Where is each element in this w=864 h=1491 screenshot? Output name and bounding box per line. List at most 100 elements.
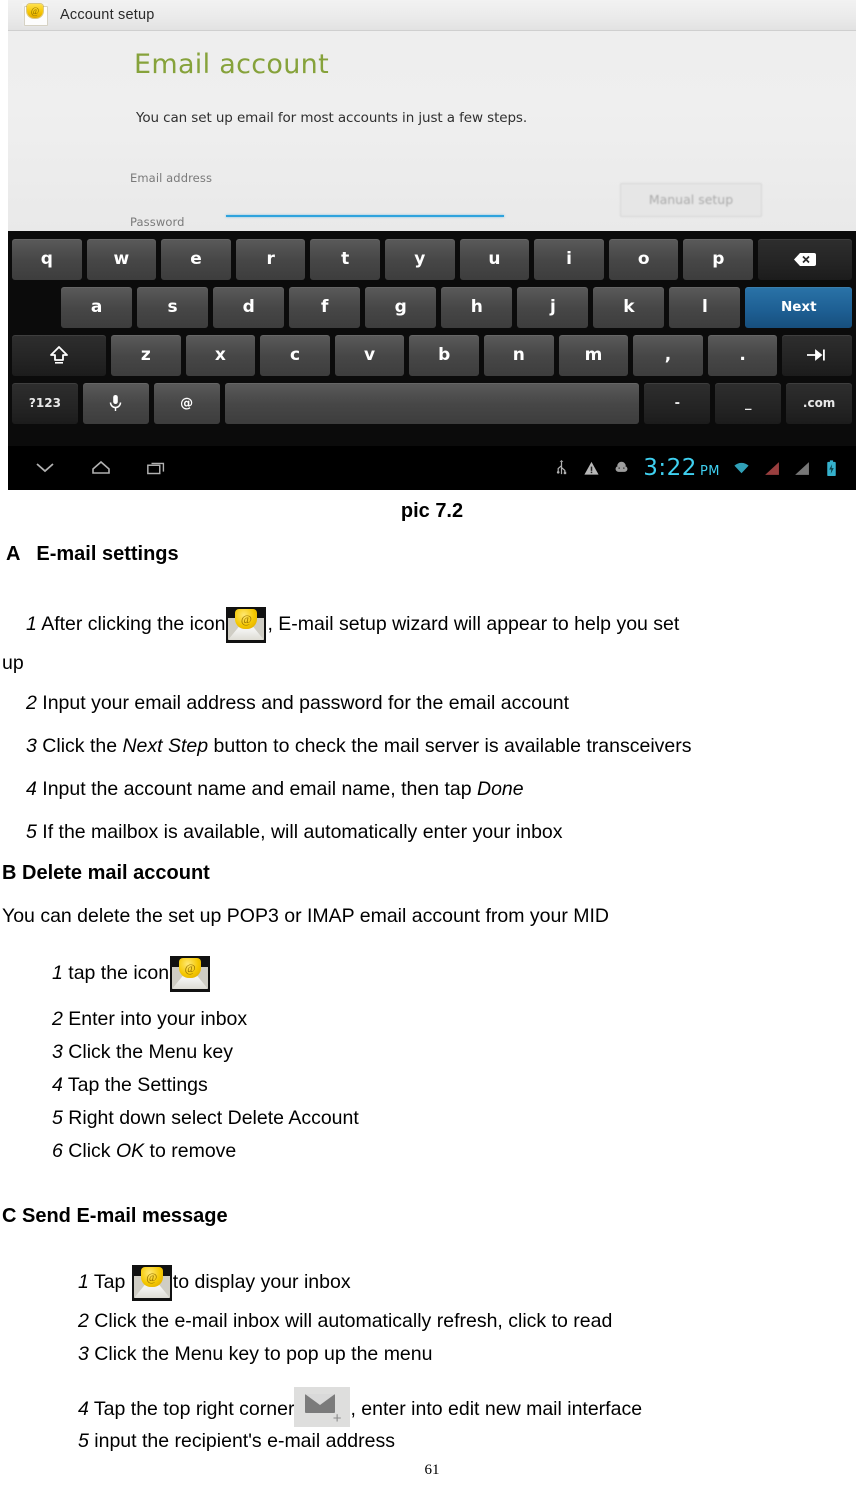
key-p[interactable]: p (683, 238, 754, 280)
tab-key[interactable] (782, 334, 853, 376)
key-q[interactable]: q (12, 238, 82, 280)
section-heading-b: B Delete mail account (2, 862, 210, 884)
step-a-1-wrap: up (2, 652, 24, 674)
key-v[interactable]: v (334, 334, 405, 376)
step-c-5-num: 5 (78, 1430, 89, 1452)
key-c[interactable]: c (260, 334, 330, 376)
shift-key[interactable] (12, 334, 106, 376)
step-c-3-text: Click the Menu key to pop up the menu (88, 1343, 433, 1365)
next-key[interactable]: Next (745, 286, 853, 328)
key-e[interactable]: e (161, 238, 231, 280)
step-b-1-pre: tap the icon (62, 962, 170, 984)
key-r[interactable]: r (235, 238, 306, 280)
step-c-4: 4 Tap the top right corner +, enter into … (78, 1387, 642, 1427)
space-key[interactable] (224, 382, 640, 424)
key-z[interactable]: z (110, 334, 181, 376)
step-b-2: 2 Enter into your inbox (52, 1008, 247, 1031)
app-title-bar: @ Account setup (8, 0, 856, 31)
mail-icon (226, 607, 267, 643)
step-a-3-pre: Click the (36, 735, 123, 757)
section-heading-c: C Send E-mail message (2, 1205, 228, 1227)
mail-icon (170, 956, 211, 992)
step-c-1-post: to display your inbox (172, 1271, 351, 1293)
step-a-1-pre: After clicking the icon (36, 613, 226, 635)
clock-ampm: PM (699, 464, 720, 479)
step-a-2-text: Input your email address and password fo… (36, 692, 570, 714)
step-a-5: 5 If the mailbox is available, will auto… (26, 821, 563, 844)
step-a-4-italic: Done (476, 778, 524, 800)
email-at-envelope-icon: @ (22, 3, 48, 27)
step-a-3-num: 3 (26, 735, 37, 757)
step-c-3: 3 Click the Menu key to pop up the menu (78, 1343, 432, 1366)
step-b-6-pre: Click (62, 1140, 116, 1162)
section-heading-a: A E-mail settings (6, 543, 179, 565)
section-b-intro: You can delete the set up POP3 or IMAP e… (2, 905, 609, 927)
keyboard-row-1: q w e r t y u i o p (8, 235, 856, 283)
dash-key[interactable]: - (644, 382, 711, 424)
key-t[interactable]: t (310, 238, 381, 280)
step-b-4: 4 Tap the Settings (52, 1074, 208, 1097)
key-w[interactable]: w (86, 238, 157, 280)
step-b-4-text: Tap the Settings (62, 1074, 208, 1096)
email-address-input[interactable] (226, 215, 504, 217)
dotcom-key[interactable]: .com (786, 382, 853, 424)
figure-caption: pic 7.2 (400, 500, 464, 522)
key-l[interactable]: l (669, 286, 741, 328)
row2-left-spacer (12, 287, 56, 328)
step-a-3-post: button to check the mail server is avail… (208, 735, 692, 757)
key-m[interactable]: m (558, 334, 629, 376)
key-u[interactable]: u (459, 238, 530, 280)
app-title: Account setup (60, 7, 155, 23)
step-b-6-italic: OK (115, 1140, 145, 1162)
system-navigation-bar: 3:22 PM (8, 446, 856, 490)
key-j[interactable]: j (517, 286, 589, 328)
step-c-2: 2 Click the e-mail inbox will automatica… (78, 1310, 612, 1333)
backspace-key[interactable] (758, 238, 853, 280)
keyboard-row-3: z x c v b n m , . (8, 331, 856, 379)
step-b-6: 6 Click OK to remove (52, 1140, 236, 1163)
step-b-3: 3 Click the Menu key (52, 1041, 233, 1064)
key-x[interactable]: x (185, 334, 256, 376)
step-b-5: 5 Right down select Delete Account (52, 1107, 359, 1130)
key-i[interactable]: i (534, 238, 604, 280)
device-screenshot: @ Account setup Email account You can se… (8, 0, 856, 490)
home-nav-icon[interactable] (90, 458, 112, 478)
manual-setup-button[interactable]: Manual setup (620, 183, 762, 217)
step-c-1: 1 Tap to display your inbox (78, 1265, 351, 1301)
key-n[interactable]: n (484, 334, 554, 376)
key-b[interactable]: b (409, 334, 480, 376)
step-b-1: 1 tap the icon (52, 956, 211, 992)
key-period[interactable]: . (707, 334, 778, 376)
key-f[interactable]: f (289, 286, 361, 328)
step-b-2-num: 2 (52, 1008, 63, 1030)
recent-apps-nav-icon[interactable] (146, 458, 168, 478)
at-key[interactable]: @ (153, 382, 220, 424)
key-g[interactable]: g (365, 286, 437, 328)
step-b-6-post: to remove (144, 1140, 237, 1162)
key-h[interactable]: h (441, 286, 513, 328)
step-b-1-num: 1 (52, 962, 63, 984)
password-label: Password (130, 215, 185, 229)
step-c-2-num: 2 (78, 1310, 89, 1332)
wifi-status-icon (734, 462, 749, 473)
email-address-label: Email address (130, 171, 213, 185)
step-a-2: 2 Input your email address and password … (26, 692, 569, 715)
step-b-6-num: 6 (52, 1140, 63, 1162)
underscore-key[interactable]: _ (715, 382, 782, 424)
signal-status-icon-1 (765, 461, 779, 475)
microphone-icon (110, 394, 122, 411)
keyboard-row-2: a s d f g h j k l Next (8, 283, 856, 331)
key-k[interactable]: k (593, 286, 665, 328)
key-s[interactable]: s (137, 286, 209, 328)
key-a[interactable]: a (61, 286, 133, 328)
key-d[interactable]: d (213, 286, 285, 328)
key-y[interactable]: y (385, 238, 455, 280)
step-c-5-text: input the recipient's e-mail address (88, 1430, 395, 1452)
microphone-key[interactable] (82, 382, 149, 424)
warning-status-icon (584, 461, 599, 475)
symbols-key[interactable]: ?123 (12, 382, 78, 424)
key-o[interactable]: o (608, 238, 679, 280)
new-mail-icon: + (294, 1387, 351, 1427)
key-comma[interactable]: , (633, 334, 703, 376)
back-nav-icon[interactable] (34, 458, 56, 478)
